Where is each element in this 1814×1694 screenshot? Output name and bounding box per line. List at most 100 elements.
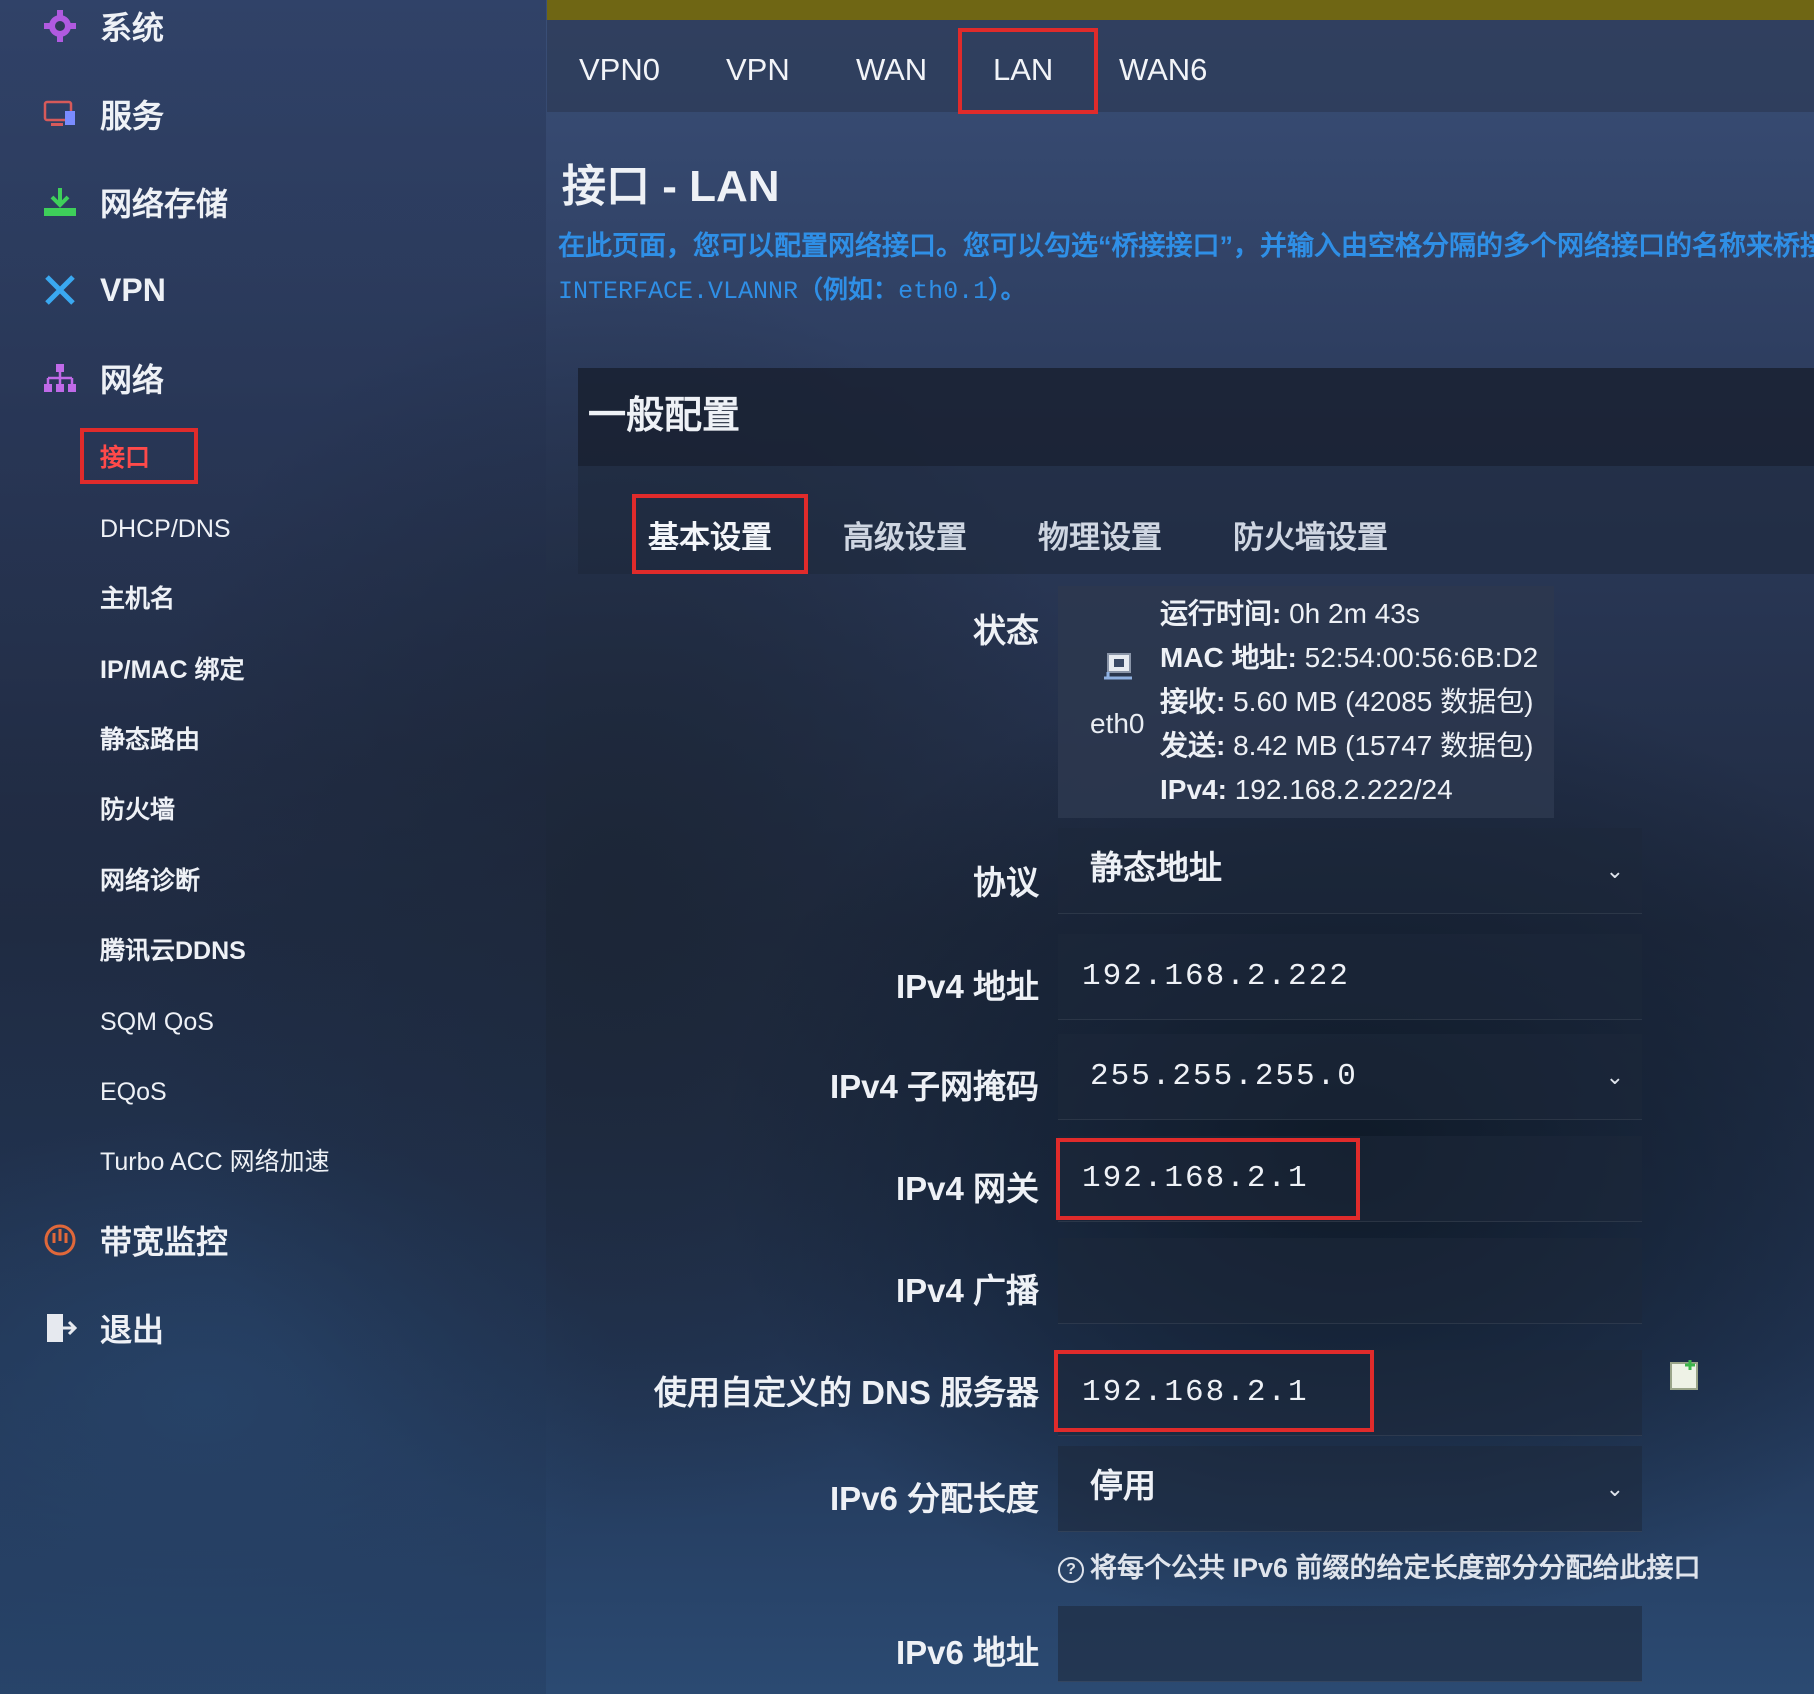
status-rx: 接收: 5.60 MB (42085 数据包) <box>1160 680 1538 724</box>
sidebar-subitem-eqos[interactable]: EQoS <box>100 1072 167 1112</box>
subtab-physical[interactable]: 物理设置 <box>1038 512 1162 557</box>
sidebar-item-label: 网络存储 <box>100 186 229 222</box>
download-storage-icon <box>40 182 80 222</box>
sidebar-subitem-label: 接口 <box>100 444 151 472</box>
sidebar-item-storage[interactable]: 网络存储 <box>40 172 228 232</box>
sidebar: 系统 服务 网络存储 VPN 网络 接口 DHCP/DNS 主机名 IP/MAC… <box>0 0 546 1694</box>
ipv4-address-value: 192.168.2.222 <box>1082 959 1350 994</box>
status-details: 运行时间: 0h 2m 43s MAC 地址: 52:54:00:56:6B:D… <box>1160 592 1538 812</box>
logout-icon <box>40 1308 80 1348</box>
protocol-label: 协议 <box>973 864 1039 901</box>
status-label: 状态 <box>973 612 1039 649</box>
subtab-advanced[interactable]: 高级设置 <box>843 512 967 557</box>
sidebar-subitem-sqm-qos[interactable]: SQM QoS <box>100 1002 214 1042</box>
sidebar-item-label: 系统 <box>100 10 165 46</box>
ip6assign-select[interactable]: 停用 ⌄ <box>1058 1446 1642 1532</box>
sidebar-subitem-interface[interactable]: 接口 <box>80 428 198 484</box>
sidebar-item-services[interactable]: 服务 <box>40 84 164 144</box>
network-icon <box>40 358 80 398</box>
status-mac: MAC 地址: 52:54:00:56:6B:D2 <box>1160 636 1538 680</box>
subtab-basic-highlight <box>632 494 808 574</box>
ipv6-address-label: IPv6 地址 <box>895 1634 1039 1671</box>
dns-label: 使用自定义的 DNS 服务器 <box>653 1374 1039 1411</box>
ip6assign-label: IPv6 分配长度 <box>829 1480 1039 1517</box>
sidebar-item-logout[interactable]: 退出 <box>40 1298 164 1358</box>
status-key: MAC 地址: <box>1160 642 1297 673</box>
page-description: 在此页面，您可以配置网络接口。您可以勾选“桥接接口”，并输入由空格分隔的多个网络… <box>558 231 1814 261</box>
top-accent-bar <box>547 0 1814 20</box>
status-ipv4: IPv4: 192.168.2.222/24 <box>1160 768 1538 812</box>
panel-header <box>578 368 1814 466</box>
protocol-value: 静态地址 <box>1090 849 1222 886</box>
tab-wan6[interactable]: WAN6 <box>1119 20 1207 112</box>
sidebar-subitem-ip-mac-binding[interactable]: IP/MAC 绑定 <box>100 650 244 690</box>
broadcast-input[interactable] <box>1058 1238 1642 1324</box>
hint-text: 将每个公共 IPv6 前缀的给定长度部分分配给此接口 <box>1090 1553 1701 1583</box>
sidebar-item-bandwidth[interactable]: 带宽监控 <box>40 1210 228 1270</box>
status-value: 192.168.2.222/24 <box>1226 774 1453 805</box>
status-value: 5.60 MB (42085 数据包) <box>1225 686 1534 717</box>
interface-tabs: VPN0 VPN WAN LAN WAN6 <box>547 20 1814 112</box>
sidebar-subitem-turbo-acc[interactable]: Turbo ACC 网络加速 <box>100 1142 330 1182</box>
sidebar-item-network[interactable]: 网络 <box>40 348 164 408</box>
chevron-down-icon: ⌄ <box>1605 858 1624 883</box>
sidebar-item-label: 带宽监控 <box>100 1224 229 1260</box>
netmask-select[interactable]: 255.255.255.0 ⌄ <box>1058 1034 1642 1120</box>
status-key: 接收: <box>1160 686 1226 717</box>
bandwidth-icon <box>40 1220 80 1260</box>
tab-wan[interactable]: WAN <box>856 20 927 112</box>
panel-title: 一般配置 <box>588 395 741 437</box>
ethernet-port-icon <box>1104 653 1132 680</box>
subtab-firewall[interactable]: 防火墙设置 <box>1233 512 1388 557</box>
protocol-select[interactable]: 静态地址 ⌄ <box>1058 828 1642 914</box>
tab-vpn0[interactable]: VPN0 <box>579 20 660 112</box>
gateway-highlight <box>1056 1138 1360 1220</box>
ipv6-address-input[interactable] <box>1058 1606 1642 1682</box>
dns-highlight <box>1054 1350 1374 1432</box>
sidebar-subitem-hostname[interactable]: 主机名 <box>100 579 175 619</box>
sidebar-item-system[interactable]: 系统 <box>40 0 164 56</box>
tab-lan-highlight <box>958 28 1098 114</box>
netmask-value: 255.255.255.0 <box>1090 1059 1358 1094</box>
sidebar-subitem-firewall[interactable]: 防火墙 <box>100 790 175 830</box>
sidebar-subitem-static-routes[interactable]: 静态路由 <box>100 720 200 760</box>
vpn-icon <box>40 270 80 310</box>
status-key: 发送: <box>1160 730 1226 761</box>
sidebar-subitem-dhcp-dns[interactable]: DHCP/DNS <box>100 509 231 549</box>
sidebar-item-label: 网络 <box>100 362 165 398</box>
desc-code: INTERFACE.VLANNR <box>558 277 799 306</box>
tab-vpn[interactable]: VPN <box>726 20 790 112</box>
add-entry-icon[interactable] <box>1668 1358 1702 1392</box>
ipv4-address-input[interactable]: 192.168.2.222 <box>1058 934 1642 1020</box>
sidebar-subitem-tencent-ddns[interactable]: 腾讯云DDNS <box>100 931 246 971</box>
ip6assign-hint: ? 将每个公共 IPv6 前缀的给定长度部分分配给此接口 <box>1058 1546 1701 1585</box>
help-icon: ? <box>1058 1556 1084 1583</box>
status-key: 运行时间: <box>1160 598 1282 629</box>
sidebar-subitem-diagnostics[interactable]: 网络诊断 <box>100 861 200 901</box>
ip6assign-value: 停用 <box>1090 1467 1156 1504</box>
desc-code: eth0.1 <box>898 277 989 306</box>
services-icon <box>40 94 80 134</box>
status-iface-name: eth0 <box>1090 708 1145 739</box>
page-title: 接口 - LAN <box>562 162 780 211</box>
page-description-example: INTERFACE.VLANNR（例如：eth0.1）。 <box>558 270 1026 306</box>
status-uptime: 运行时间: 0h 2m 43s <box>1160 592 1538 636</box>
status-key: IPv4: <box>1160 774 1227 805</box>
status-value: 52:54:00:56:6B:D2 <box>1296 642 1539 673</box>
chevron-down-icon: ⌄ <box>1605 1476 1624 1501</box>
broadcast-label: IPv4 广播 <box>895 1272 1039 1309</box>
gear-icon <box>40 6 80 46</box>
sidebar-item-label: 服务 <box>100 98 165 134</box>
desc-text: （例如： <box>798 276 899 304</box>
desc-text: ）。 <box>988 276 1026 304</box>
gateway-label: IPv4 网关 <box>895 1170 1039 1207</box>
status-tx: 发送: 8.42 MB (15747 数据包) <box>1160 724 1538 768</box>
sidebar-item-label: 退出 <box>100 1312 165 1348</box>
status-value: 0h 2m 43s <box>1281 598 1420 629</box>
sidebar-item-label: VPN <box>100 271 166 308</box>
chevron-down-icon: ⌄ <box>1605 1064 1624 1089</box>
netmask-label: IPv4 子网掩码 <box>829 1068 1039 1105</box>
ipv4-address-label: IPv4 地址 <box>895 968 1039 1005</box>
sidebar-item-vpn[interactable]: VPN <box>40 260 166 320</box>
status-value: 8.42 MB (15747 数据包) <box>1225 730 1534 761</box>
